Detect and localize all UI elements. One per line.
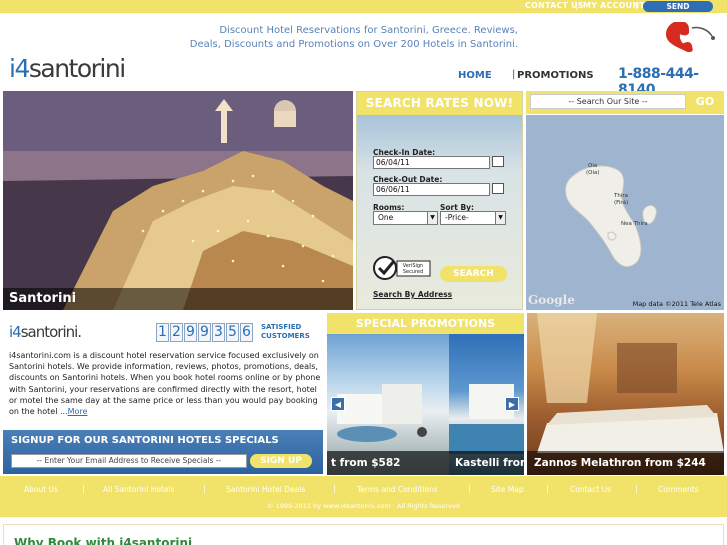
footer-separator: |: [203, 484, 206, 493]
search-form: Check-In Date: 06/04/11 Check-Out Date: …: [357, 115, 522, 309]
verisign-badge: VeriSign Secured: [373, 256, 431, 280]
signup-title: SIGNUP FOR OUR SANTORINI HOTELS SPECIALS: [11, 435, 279, 446]
site-search-bar: -- Search Our Site -- GO: [526, 91, 724, 114]
page: CONTACT US | MY ACCOUNT | SEND FEEDBACK …: [0, 0, 727, 545]
about-body: i4santorini.com is a discount hotel rese…: [9, 351, 321, 417]
map-credit: Map data ©2011 Tele Atlas: [632, 300, 721, 308]
signup-button[interactable]: SIGN UP: [250, 454, 312, 468]
nav-home[interactable]: HOME: [458, 70, 492, 81]
search-panel-title: SEARCH RATES NOW!: [357, 92, 522, 115]
footer-link-comments[interactable]: Comments: [658, 485, 699, 494]
satisfied-line-1: SATISFIED: [261, 323, 302, 331]
newsletter-signup: SIGNUP FOR OUR SANTORINI HOTELS SPECIALS…: [3, 430, 323, 474]
search-by-address-link[interactable]: Search By Address: [373, 290, 452, 299]
site-search-input[interactable]: -- Search Our Site --: [530, 94, 686, 109]
about-text: i4santorini.com is a discount hotel rese…: [9, 350, 321, 417]
footer-link-terms[interactable]: Terms and Conditions: [357, 485, 438, 494]
calendar-icon[interactable]: [492, 183, 504, 194]
map-label: Nea Thira: [621, 221, 648, 227]
tagline-line-2: Deals, Discounts and Promotions on Over …: [189, 39, 518, 50]
hero-caption: Santorini: [3, 288, 353, 310]
special-promotions: SPECIAL PROMOTIONS t from $582 Kastelli …: [327, 313, 524, 475]
search-button[interactable]: SEARCH: [440, 266, 507, 282]
hero-image: Santorini: [3, 91, 353, 310]
map-label: (Firá): [614, 200, 629, 206]
map-island-shape: [565, 165, 657, 268]
top-separator: |: [575, 1, 578, 10]
map-label: (Oia): [586, 170, 600, 176]
map-label: Thira: [614, 193, 629, 199]
counter-digit: 6: [240, 323, 253, 342]
footer-link-about[interactable]: About Us: [24, 485, 58, 494]
footer-link-contact[interactable]: Contact Us: [570, 485, 611, 494]
nav-separator: |: [512, 69, 516, 80]
sort-select[interactable]: -Price- ▼: [440, 211, 506, 225]
tagline-line-1: Discount Hotel Reservations for Santorin…: [219, 25, 518, 36]
counter-digit: 9: [198, 323, 211, 342]
footer-separator: |: [468, 484, 471, 493]
telephone-icon: [666, 22, 715, 53]
top-separator: |: [635, 1, 638, 10]
footer-separator: |: [546, 484, 549, 493]
santorini-map[interactable]: Oia (Oia) Thira (Firá) Nea Thira Google …: [526, 115, 724, 310]
footer-link-hotel-deals[interactable]: Santorini Hotel Deals: [226, 485, 305, 494]
nav-promotions[interactable]: PROMOTIONS: [517, 70, 594, 81]
checkout-date-input[interactable]: 06/06/11: [373, 183, 490, 196]
why-book-title: Why Book with i4santorini: [14, 536, 193, 545]
footer-separator: |: [635, 484, 638, 493]
calendar-icon[interactable]: [492, 156, 504, 167]
copyright: © 1999-2011 by www.i4santorini.com · All…: [267, 502, 460, 510]
checkin-date-input[interactable]: 06/04/11: [373, 156, 490, 169]
more-link[interactable]: More: [68, 407, 88, 416]
hotel-caption: Zannos Melathron from $244: [527, 451, 724, 475]
sort-value: -Price-: [445, 213, 469, 222]
satisfied-customers-label: SATISFIED CUSTOMERS: [261, 323, 325, 341]
footer-separator: |: [82, 484, 85, 493]
footer-separator: |: [333, 484, 336, 493]
go-button[interactable]: GO: [690, 94, 720, 110]
google-logo: Google: [528, 293, 575, 307]
site-logo[interactable]: i4santorini: [9, 54, 126, 83]
satisfied-line-2: CUSTOMERS: [261, 332, 310, 340]
featured-hotel[interactable]: Zannos Melathron from $244: [527, 313, 724, 475]
counter-digit: 2: [170, 323, 183, 342]
santorini-photo: [3, 91, 353, 310]
rate-search-panel: SEARCH RATES NOW! Check-In Date: 06/04/1…: [356, 91, 523, 310]
rooms-value: One: [378, 213, 394, 222]
chevron-down-icon: ▼: [495, 212, 505, 224]
about-section: i4santorini. 1 2 9 9 3 5 6 SATISFIED CUS…: [3, 313, 323, 427]
about-logo-suffix: santorini.: [20, 323, 82, 341]
email-field[interactable]: -- Enter Your Email Address to Receive S…: [11, 454, 247, 468]
footer: About Us | All Santorini Hotels | Santor…: [0, 476, 727, 517]
footer-link-all-hotels[interactable]: All Santorini Hotels: [103, 485, 174, 494]
about-logo: i4santorini.: [9, 323, 82, 341]
next-arrow-icon[interactable]: ▶: [505, 397, 519, 411]
promotions-title: SPECIAL PROMOTIONS: [327, 313, 524, 334]
counter-digit: 9: [184, 323, 197, 342]
map-label: Oia: [588, 163, 598, 169]
prev-arrow-icon[interactable]: ◀: [331, 397, 345, 411]
footer-link-sitemap[interactable]: Site Map: [491, 485, 524, 494]
chevron-down-icon: ▼: [427, 212, 437, 224]
site-tagline: Discount Hotel Reservations for Santorin…: [150, 24, 518, 52]
top-bar: CONTACT US | MY ACCOUNT | SEND FEEDBACK: [0, 0, 727, 22]
logo-prefix: i4: [9, 54, 30, 83]
verisign-text-2: Secured: [403, 269, 423, 275]
promo-caption-1: t from $582: [327, 451, 449, 475]
promo-hotel-image[interactable]: t from $582: [327, 334, 449, 475]
counter-digit: 1: [156, 323, 169, 342]
promo-caption-2: Kastelli from $: [449, 451, 524, 475]
about-logo-prefix: i4: [9, 323, 22, 341]
rooms-select[interactable]: One ▼: [373, 211, 438, 225]
logo-suffix: santorini: [28, 54, 126, 83]
counter-digit: 5: [226, 323, 239, 342]
counter-digit: 3: [212, 323, 225, 342]
send-feedback-button[interactable]: SEND FEEDBACK: [643, 1, 713, 22]
